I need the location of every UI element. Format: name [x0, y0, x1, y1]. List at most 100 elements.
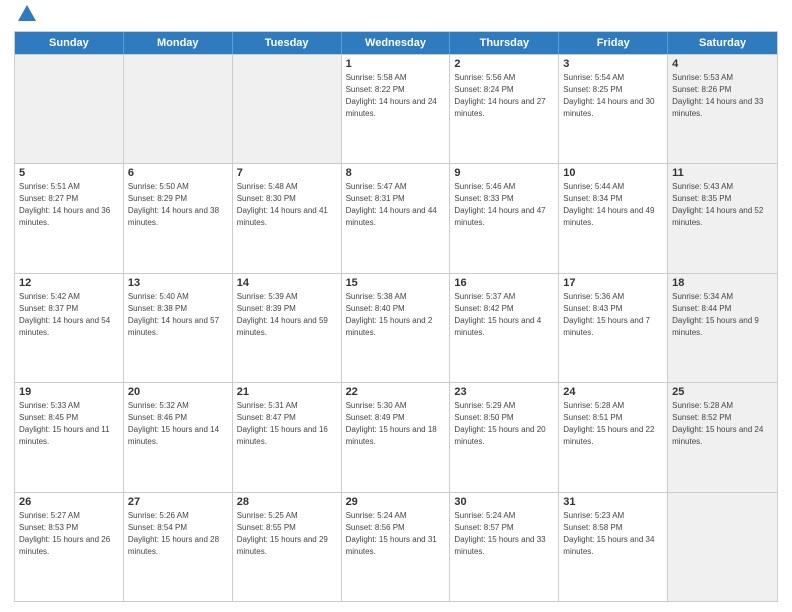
sun-info: Sunrise: 5:28 AMSunset: 8:52 PMDaylight:… — [672, 400, 773, 448]
cal-cell-26: 26 Sunrise: 5:27 AMSunset: 8:53 PMDayligh… — [15, 493, 124, 602]
week-row-1: 1 Sunrise: 5:58 AMSunset: 8:22 PMDaylight… — [15, 54, 777, 164]
header-day-tuesday: Tuesday — [233, 32, 342, 54]
day-number: 17 — [563, 277, 663, 289]
sun-info: Sunrise: 5:28 AMSunset: 8:51 PMDaylight:… — [563, 400, 663, 448]
sun-info: Sunrise: 5:36 AMSunset: 8:43 PMDaylight:… — [563, 291, 663, 339]
logo-icon — [16, 3, 38, 25]
sun-info: Sunrise: 5:26 AMSunset: 8:54 PMDaylight:… — [128, 510, 228, 558]
week-row-5: 26 Sunrise: 5:27 AMSunset: 8:53 PMDayligh… — [15, 492, 777, 602]
sun-info: Sunrise: 5:51 AMSunset: 8:27 PMDaylight:… — [19, 181, 119, 229]
cal-cell-30: 30 Sunrise: 5:24 AMSunset: 8:57 PMDayligh… — [450, 493, 559, 602]
sun-info: Sunrise: 5:32 AMSunset: 8:46 PMDaylight:… — [128, 400, 228, 448]
sun-info: Sunrise: 5:48 AMSunset: 8:30 PMDaylight:… — [237, 181, 337, 229]
header-day-thursday: Thursday — [450, 32, 559, 54]
cal-cell-24: 24 Sunrise: 5:28 AMSunset: 8:51 PMDayligh… — [559, 383, 668, 492]
sun-info: Sunrise: 5:43 AMSunset: 8:35 PMDaylight:… — [672, 181, 773, 229]
day-number: 30 — [454, 496, 554, 508]
cal-cell-4: 4Sunrise: 5:53 AMSunset: 8:26 PMDaylight… — [668, 55, 777, 164]
cal-cell-3: 3 Sunrise: 5:54 AMSunset: 8:25 PMDaylight… — [559, 55, 668, 164]
cal-cell-19: 19 Sunrise: 5:33 AMSunset: 8:45 PMDayligh… — [15, 383, 124, 492]
sun-info: Sunrise: 5:46 AMSunset: 8:33 PMDaylight:… — [454, 181, 554, 229]
week-row-2: 5 Sunrise: 5:51 AMSunset: 8:27 PMDaylight… — [15, 163, 777, 273]
cal-cell-25: 25 Sunrise: 5:28 AMSunset: 8:52 PMDayligh… — [668, 383, 777, 492]
day-number: 27 — [128, 496, 228, 508]
day-number: 19 — [19, 386, 119, 398]
header-day-friday: Friday — [559, 32, 668, 54]
header-day-wednesday: Wednesday — [342, 32, 451, 54]
day-number: 23 — [454, 386, 554, 398]
day-number: 3 — [563, 58, 663, 70]
sun-info: Sunrise: 5:34 AMSunset: 8:44 PMDaylight:… — [672, 291, 773, 339]
cal-cell-21: 21 Sunrise: 5:31 AMSunset: 8:47 PMDayligh… — [233, 383, 342, 492]
sun-info: Sunrise: 5:42 AMSunset: 8:37 PMDaylight:… — [19, 291, 119, 339]
cal-cell-14: 14 Sunrise: 5:39 AMSunset: 8:39 PMDayligh… — [233, 274, 342, 383]
cal-cell-29: 29Sunrise: 5:24 AMSunset: 8:56 PMDayligh… — [342, 493, 451, 602]
header-day-sunday: Sunday — [15, 32, 124, 54]
day-number: 16 — [454, 277, 554, 289]
cal-cell-18: 18 Sunrise: 5:34 AMSunset: 8:44 PMDayligh… — [668, 274, 777, 383]
sun-info: Sunrise: 5:58 AMSunset: 8:22 PMDaylight:… — [346, 72, 446, 120]
calendar-body: 1 Sunrise: 5:58 AMSunset: 8:22 PMDaylight… — [15, 54, 777, 602]
day-number: 31 — [563, 496, 663, 508]
sun-info: Sunrise: 5:38 AMSunset: 8:40 PMDaylight:… — [346, 291, 446, 339]
cal-cell-6: 6Sunrise: 5:50 AMSunset: 8:29 PMDaylight… — [124, 164, 233, 273]
logo — [14, 10, 38, 27]
sun-info: Sunrise: 5:40 AMSunset: 8:38 PMDaylight:… — [128, 291, 228, 339]
cal-cell-empty-w0-2 — [233, 55, 342, 164]
cal-cell-11: 11 Sunrise: 5:43 AMSunset: 8:35 PMDayligh… — [668, 164, 777, 273]
day-number: 9 — [454, 167, 554, 179]
cal-cell-9: 9 Sunrise: 5:46 AMSunset: 8:33 PMDaylight… — [450, 164, 559, 273]
sun-info: Sunrise: 5:50 AMSunset: 8:29 PMDaylight:… — [128, 181, 228, 229]
cal-cell-7: 7Sunrise: 5:48 AMSunset: 8:30 PMDaylight… — [233, 164, 342, 273]
day-number: 5 — [19, 167, 119, 179]
week-row-3: 12Sunrise: 5:42 AMSunset: 8:37 PMDayligh… — [15, 273, 777, 383]
day-number: 18 — [672, 277, 773, 289]
cal-cell-16: 16 Sunrise: 5:37 AMSunset: 8:42 PMDayligh… — [450, 274, 559, 383]
sun-info: Sunrise: 5:27 AMSunset: 8:53 PMDaylight:… — [19, 510, 119, 558]
sun-info: Sunrise: 5:37 AMSunset: 8:42 PMDaylight:… — [454, 291, 554, 339]
day-number: 24 — [563, 386, 663, 398]
day-number: 1 — [346, 58, 446, 70]
sun-info: Sunrise: 5:23 AMSunset: 8:58 PMDaylight:… — [563, 510, 663, 558]
cal-cell-27: 27 Sunrise: 5:26 AMSunset: 8:54 PMDayligh… — [124, 493, 233, 602]
sun-info: Sunrise: 5:56 AMSunset: 8:24 PMDaylight:… — [454, 72, 554, 120]
day-number: 15 — [346, 277, 446, 289]
cal-cell-empty-w0-1 — [124, 55, 233, 164]
cal-cell-12: 12Sunrise: 5:42 AMSunset: 8:37 PMDayligh… — [15, 274, 124, 383]
sun-info: Sunrise: 5:54 AMSunset: 8:25 PMDaylight:… — [563, 72, 663, 120]
cal-cell-17: 17 Sunrise: 5:36 AMSunset: 8:43 PMDayligh… — [559, 274, 668, 383]
cal-cell-20: 20 Sunrise: 5:32 AMSunset: 8:46 PMDayligh… — [124, 383, 233, 492]
sun-info: Sunrise: 5:39 AMSunset: 8:39 PMDaylight:… — [237, 291, 337, 339]
page: SundayMondayTuesdayWednesdayThursdayFrid… — [0, 0, 792, 612]
day-number: 8 — [346, 167, 446, 179]
day-number: 4 — [672, 58, 773, 70]
cal-cell-2: 2 Sunrise: 5:56 AMSunset: 8:24 PMDaylight… — [450, 55, 559, 164]
cal-cell-8: 8 Sunrise: 5:47 AMSunset: 8:31 PMDaylight… — [342, 164, 451, 273]
cal-cell-23: 23 Sunrise: 5:29 AMSunset: 8:50 PMDayligh… — [450, 383, 559, 492]
cal-cell-28: 28Sunrise: 5:25 AMSunset: 8:55 PMDayligh… — [233, 493, 342, 602]
day-number: 14 — [237, 277, 337, 289]
cal-cell-empty-w0-0 — [15, 55, 124, 164]
sun-info: Sunrise: 5:25 AMSunset: 8:55 PMDaylight:… — [237, 510, 337, 558]
day-number: 29 — [346, 496, 446, 508]
cal-cell-empty-w4-6 — [668, 493, 777, 602]
cal-cell-1: 1 Sunrise: 5:58 AMSunset: 8:22 PMDaylight… — [342, 55, 451, 164]
cal-cell-22: 22Sunrise: 5:30 AMSunset: 8:49 PMDayligh… — [342, 383, 451, 492]
sun-info: Sunrise: 5:33 AMSunset: 8:45 PMDaylight:… — [19, 400, 119, 448]
day-number: 2 — [454, 58, 554, 70]
cal-cell-5: 5 Sunrise: 5:51 AMSunset: 8:27 PMDaylight… — [15, 164, 124, 273]
day-number: 21 — [237, 386, 337, 398]
header-day-saturday: Saturday — [668, 32, 777, 54]
day-number: 20 — [128, 386, 228, 398]
day-number: 10 — [563, 167, 663, 179]
sun-info: Sunrise: 5:24 AMSunset: 8:57 PMDaylight:… — [454, 510, 554, 558]
day-number: 26 — [19, 496, 119, 508]
day-number: 25 — [672, 386, 773, 398]
day-number: 13 — [128, 277, 228, 289]
day-number: 22 — [346, 386, 446, 398]
calendar: SundayMondayTuesdayWednesdayThursdayFrid… — [14, 31, 778, 603]
sun-info: Sunrise: 5:29 AMSunset: 8:50 PMDaylight:… — [454, 400, 554, 448]
sun-info: Sunrise: 5:47 AMSunset: 8:31 PMDaylight:… — [346, 181, 446, 229]
sun-info: Sunrise: 5:31 AMSunset: 8:47 PMDaylight:… — [237, 400, 337, 448]
day-number: 11 — [672, 167, 773, 179]
